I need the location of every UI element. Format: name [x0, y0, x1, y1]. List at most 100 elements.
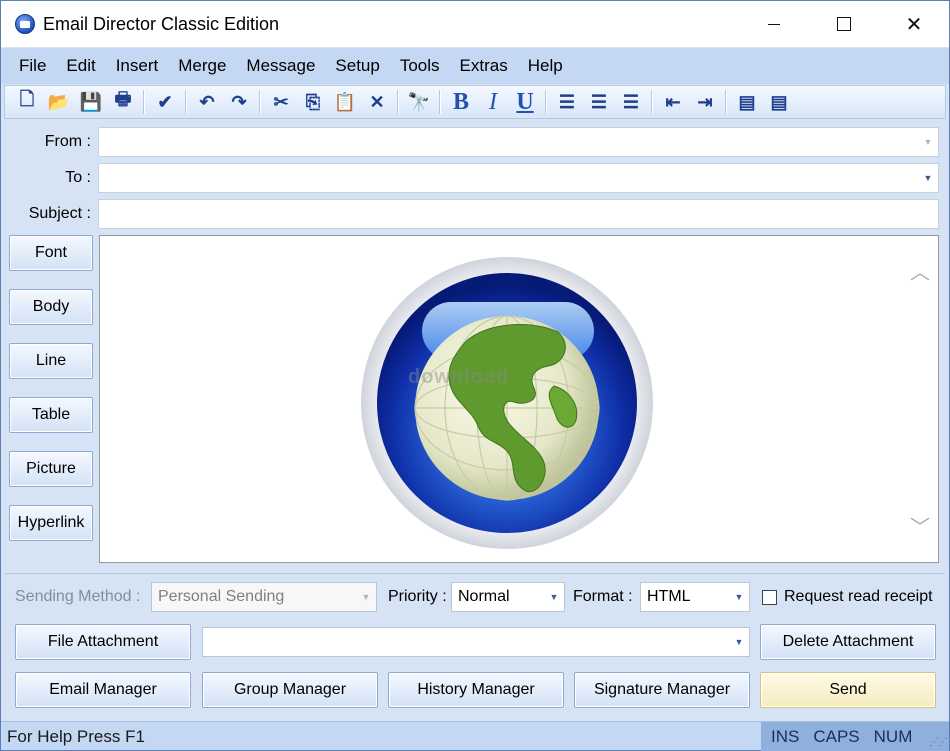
to-label: To : — [65, 169, 91, 186]
toolbar-separator — [545, 90, 547, 114]
group-manager-button[interactable]: Group Manager — [202, 672, 378, 708]
read-receipt-checkbox[interactable] — [762, 590, 777, 605]
toolbar-separator — [397, 90, 399, 114]
menu-edit[interactable]: Edit — [56, 52, 105, 80]
line-button[interactable]: Line — [9, 343, 93, 379]
indent-icon[interactable]: ⇥ — [691, 88, 719, 116]
open-icon[interactable]: 📂 — [45, 88, 73, 116]
minimize-button[interactable] — [739, 1, 809, 47]
num-indicator: NUM — [873, 726, 913, 746]
toolbar-separator — [725, 90, 727, 114]
ins-indicator: INS — [771, 726, 800, 746]
align-center-icon[interactable]: ☰ — [585, 88, 613, 116]
sending-method-select[interactable]: Personal Sending ▼ — [151, 582, 377, 612]
bold-icon[interactable]: B — [447, 88, 475, 116]
format-select[interactable]: HTML ▼ — [640, 582, 750, 612]
align-right-icon[interactable]: ☰ — [617, 88, 645, 116]
find-icon[interactable]: 🔭 — [405, 88, 433, 116]
menu-merge[interactable]: Merge — [168, 52, 236, 80]
signature-manager-button[interactable]: Signature Manager — [574, 672, 750, 708]
menu-insert[interactable]: Insert — [106, 52, 169, 80]
sending-method-value: Personal Sending — [158, 588, 285, 605]
toolbar-separator — [185, 90, 187, 114]
underline-icon[interactable]: U — [511, 88, 539, 116]
toolbar-separator — [259, 90, 261, 114]
attachment-dropdown-arrow-icon[interactable]: ▼ — [729, 628, 749, 656]
menu-file[interactable]: File — [9, 52, 56, 80]
print-icon[interactable]: 🖶 — [109, 88, 137, 116]
email-manager-button[interactable]: Email Manager — [15, 672, 191, 708]
new-icon[interactable]: 🗋 — [13, 88, 41, 116]
status-help-text: For Help Press F1 — [7, 727, 145, 746]
table-button[interactable]: Table — [9, 397, 93, 433]
from-dropdown-arrow-icon[interactable]: ▼ — [918, 128, 938, 156]
file-attachment-button[interactable]: File Attachment — [15, 624, 191, 660]
to-field[interactable]: ▼ — [98, 163, 939, 193]
close-button[interactable]: ✕ — [879, 1, 949, 47]
redo-icon[interactable]: ↷ — [225, 88, 253, 116]
subject-label: Subject : — [28, 205, 91, 222]
toolbar-separator — [143, 90, 145, 114]
message-options-panel: Sending Method : Personal Sending ▼ Prio… — [5, 573, 945, 719]
attachment-select[interactable]: ▼ — [202, 627, 750, 657]
priority-label: Priority : — [388, 588, 447, 605]
window-title: Email Director Classic Edition — [43, 14, 280, 34]
from-label: From : — [44, 133, 91, 150]
message-body-editor[interactable]: download ︿ ﹀ — [99, 235, 939, 563]
hyperlink-button[interactable]: Hyperlink — [9, 505, 93, 541]
menu-setup[interactable]: Setup — [325, 52, 389, 80]
scroll-down-icon[interactable]: ﹀ — [910, 511, 930, 540]
title-bar[interactable]: Email Director Classic Edition ✕ — [1, 1, 949, 47]
format-label: Format : — [573, 588, 633, 605]
minimize-icon — [768, 23, 780, 25]
toolbar-separator — [651, 90, 653, 114]
sending-method-dropdown-arrow-icon[interactable]: ▼ — [356, 583, 376, 611]
priority-value: Normal — [458, 588, 510, 605]
globe-logo-image — [358, 254, 656, 552]
bullet-list-icon[interactable]: ▤ — [765, 88, 793, 116]
formatting-toolbar: 🗋 📂 💾 🖶 ✔ ↶ ↷ ✂ ⎘ 📋 ✕ 🔭 B I U ☰ ☰ ☰ ⇤ ⇥ ▤ ▤ — [4, 85, 946, 119]
undo-icon[interactable]: ↶ — [193, 88, 221, 116]
subject-field[interactable] — [98, 199, 939, 229]
delete-icon[interactable]: ✕ — [363, 88, 391, 116]
resize-grip-icon[interactable]: ⋰⋰ — [929, 737, 948, 748]
menu-extras[interactable]: Extras — [450, 52, 518, 80]
history-manager-button[interactable]: History Manager — [388, 672, 564, 708]
align-left-icon[interactable]: ☰ — [553, 88, 581, 116]
copy-icon[interactable]: ⎘ — [299, 88, 327, 116]
scroll-up-icon[interactable]: ︿ — [910, 256, 930, 285]
read-receipt-label[interactable]: Request read receipt — [784, 588, 933, 606]
body-button[interactable]: Body — [9, 289, 93, 325]
send-button[interactable]: Send — [760, 672, 936, 708]
menu-bar: File Edit Insert Merge Message Setup Too… — [1, 48, 949, 84]
paste-icon[interactable]: 📋 — [331, 88, 359, 116]
status-bar: For Help Press F1 INS CAPS NUM ⋰⋰ — [1, 721, 949, 751]
app-logo-icon — [15, 14, 35, 34]
maximize-button[interactable] — [809, 1, 879, 47]
menu-tools[interactable]: Tools — [390, 52, 450, 80]
maximize-icon — [837, 17, 851, 31]
priority-dropdown-arrow-icon[interactable]: ▼ — [544, 583, 564, 611]
picture-button[interactable]: Picture — [9, 451, 93, 487]
menu-message[interactable]: Message — [236, 52, 325, 80]
font-button[interactable]: Font — [9, 235, 93, 271]
menu-help[interactable]: Help — [518, 52, 573, 80]
to-dropdown-arrow-icon[interactable]: ▼ — [918, 164, 938, 192]
outdent-icon[interactable]: ⇤ — [659, 88, 687, 116]
italic-icon[interactable]: I — [479, 88, 507, 116]
status-indicators: INS CAPS NUM — [761, 722, 949, 751]
close-icon: ✕ — [905, 13, 923, 36]
from-field[interactable]: ▼ — [98, 127, 939, 157]
spellcheck-icon[interactable]: ✔ — [151, 88, 179, 116]
watermark-text: download — [408, 366, 510, 388]
toolbar-separator — [439, 90, 441, 114]
format-value: HTML — [647, 588, 691, 605]
sending-method-label: Sending Method : — [15, 588, 141, 605]
app-window: Email Director Classic Edition ✕ File Ed… — [0, 0, 950, 751]
format-dropdown-arrow-icon[interactable]: ▼ — [729, 583, 749, 611]
cut-icon[interactable]: ✂ — [267, 88, 295, 116]
priority-select[interactable]: Normal ▼ — [451, 582, 565, 612]
save-icon[interactable]: 💾 — [77, 88, 105, 116]
delete-attachment-button[interactable]: Delete Attachment — [760, 624, 936, 660]
numbered-list-icon[interactable]: ▤ — [733, 88, 761, 116]
